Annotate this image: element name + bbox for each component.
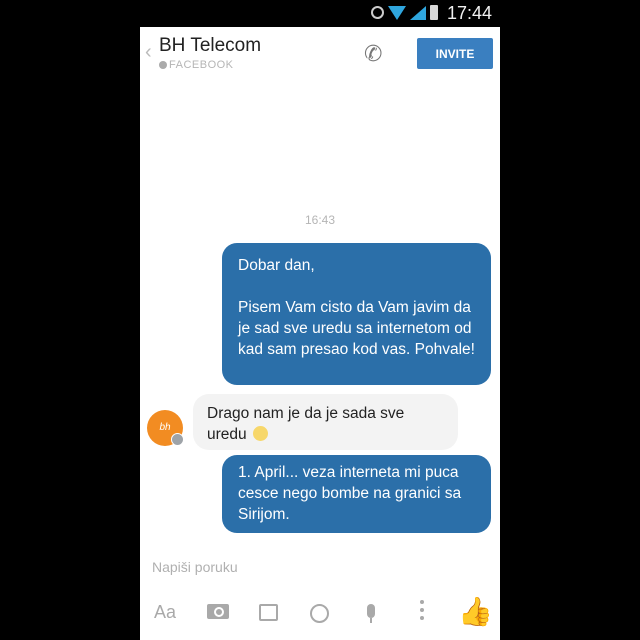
more-icon[interactable] [420, 600, 424, 624]
avatar-text: bh [159, 422, 171, 433]
phone-icon[interactable]: ✆ [364, 41, 382, 67]
text-format-button[interactable]: Aa [154, 602, 176, 623]
wifi-icon [388, 5, 406, 20]
outgoing-message[interactable]: 1. April... veza interneta mi puca cesce… [222, 455, 491, 533]
contact-name[interactable]: BH Telecom [159, 35, 261, 57]
composer-toolbar: Aa 👍 [140, 587, 500, 640]
outgoing-message[interactable]: Dobar dan, Pisem Vam cisto da Vam javim … [222, 243, 491, 385]
status-time: 17:44 [446, 3, 492, 23]
emoji-icon[interactable] [310, 604, 329, 623]
messenger-badge-icon [171, 433, 184, 446]
contact-source-label: FACEBOOK [169, 59, 234, 71]
sync-icon [371, 6, 384, 19]
message-input[interactable] [150, 553, 484, 581]
message-timestamp: 16:43 [304, 213, 336, 227]
incoming-message[interactable]: Drago nam je da je sada sve uredu [193, 394, 458, 450]
smiley-emoji-icon [252, 426, 268, 441]
status-bar: 17:44 [140, 0, 500, 27]
back-icon[interactable]: ‹ [145, 41, 152, 64]
chat-header: ‹ BH Telecom FACEBOOK ✆ INVITE [140, 27, 500, 77]
invite-button[interactable]: INVITE [417, 38, 493, 69]
battery-icon [430, 5, 438, 20]
camera-icon[interactable] [207, 604, 229, 619]
messenger-screen: ‹ BH Telecom FACEBOOK ✆ INVITE 16:43 Dob… [140, 27, 500, 640]
page-avatar[interactable]: bh [147, 410, 184, 446]
message-composer [140, 547, 500, 587]
image-icon[interactable] [259, 604, 278, 621]
status-icons [371, 5, 438, 20]
signal-icon [410, 5, 426, 20]
microphone-icon[interactable] [367, 604, 375, 623]
incoming-message-text: Drago nam je da je sada sve uredu [207, 405, 405, 443]
like-icon[interactable]: 👍 [458, 595, 493, 628]
facebook-icon [159, 61, 167, 69]
contact-source: FACEBOOK [159, 59, 234, 71]
